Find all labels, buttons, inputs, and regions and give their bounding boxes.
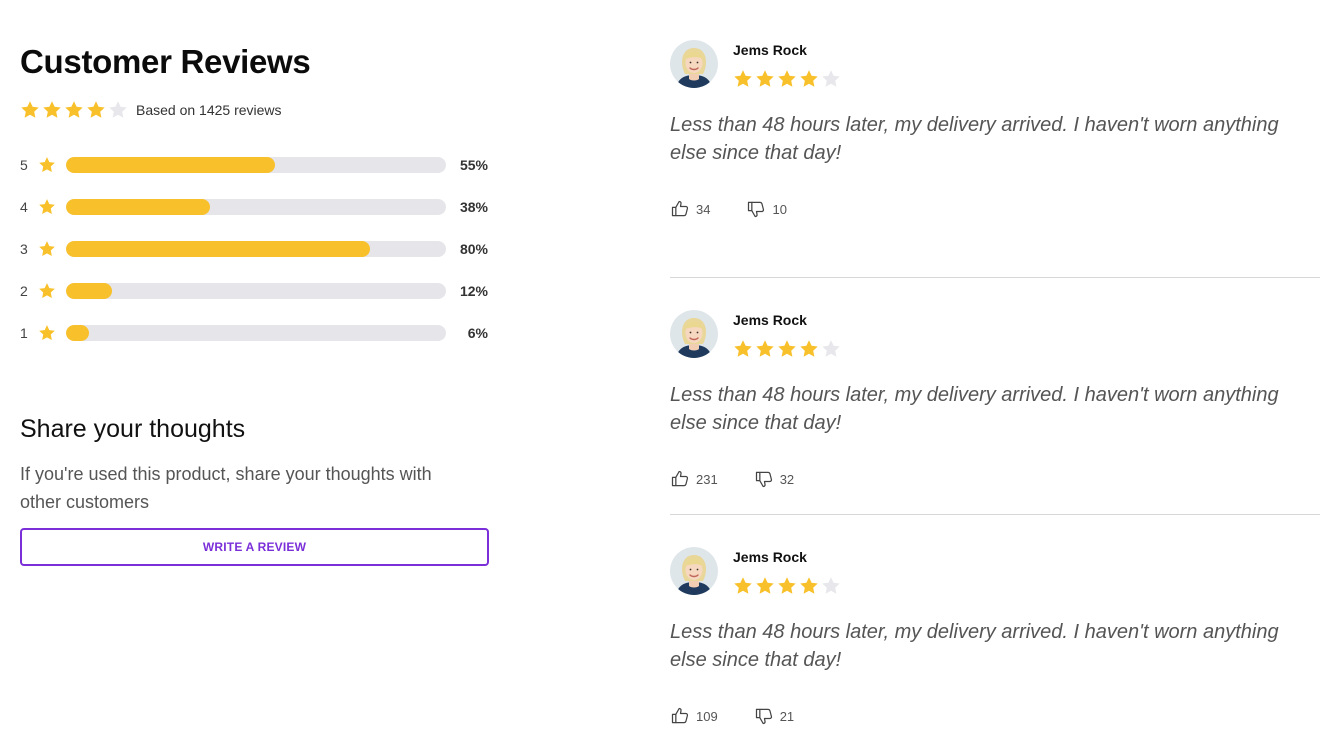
review-star-rating	[733, 69, 843, 89]
review-actions: 34 10	[670, 199, 1320, 219]
star-icon	[38, 324, 66, 342]
star-filled-icon	[755, 576, 777, 596]
rating-row-percent: 12%	[459, 283, 488, 299]
like-button[interactable]: 34	[670, 199, 710, 219]
avatar	[670, 547, 718, 595]
rating-bar-fill	[66, 157, 275, 173]
rating-row-percent: 38%	[459, 199, 488, 215]
rating-bar-fill	[66, 283, 112, 299]
star-empty-icon	[821, 69, 843, 89]
rating-row-label: 2	[20, 283, 28, 299]
rating-row: 1 6%	[20, 312, 490, 354]
review-count-text: Based on 1425 reviews	[136, 102, 282, 118]
write-review-button[interactable]: WRITE A REVIEW	[20, 528, 489, 566]
thumbs-up-icon	[670, 199, 696, 219]
dislike-count: 10	[772, 201, 787, 217]
thumbs-down-icon	[754, 469, 780, 489]
rating-bar-fill	[66, 199, 211, 215]
star-filled-icon	[42, 100, 64, 120]
star-filled-icon	[799, 69, 821, 89]
star-filled-icon	[64, 100, 86, 120]
share-thoughts-section: Share your thoughts If you're used this …	[20, 412, 490, 566]
dislike-button[interactable]: 21	[754, 706, 794, 726]
rating-row-label: 3	[20, 241, 28, 257]
star-filled-icon	[733, 576, 755, 596]
review-text: Less than 48 hours later, my delivery ar…	[670, 114, 1279, 164]
star-empty-icon	[821, 339, 843, 359]
rating-summary: Based on 1425 reviews	[20, 98, 490, 122]
dislike-button[interactable]: 10	[746, 199, 787, 219]
like-count: 34	[696, 201, 711, 217]
rating-bar-track	[66, 325, 446, 341]
star-empty-icon	[108, 100, 130, 120]
rating-row-percent: 80%	[459, 241, 488, 257]
rating-row: 2 12%	[20, 270, 490, 312]
star-filled-icon	[799, 339, 821, 359]
star-icon	[38, 240, 66, 258]
rating-bar-track	[66, 241, 446, 257]
star-icon	[38, 282, 66, 300]
thumbs-up-icon	[670, 469, 696, 489]
avatar	[670, 310, 718, 358]
share-description: If you're used this product, share your …	[20, 464, 432, 512]
review-star-rating	[733, 576, 843, 596]
star-filled-icon	[777, 69, 799, 89]
star-filled-icon	[20, 100, 42, 120]
star-filled-icon	[86, 100, 108, 120]
rating-row: 4 38%	[20, 186, 490, 228]
rating-bar-fill	[66, 241, 370, 257]
dislike-button[interactable]: 32	[754, 469, 794, 489]
rating-row: 3 80%	[20, 228, 490, 270]
rating-row-percent: 6%	[467, 325, 488, 341]
review-list: Jems Rock Less than 48 hours later, my de…	[670, 40, 1320, 736]
star-filled-icon	[733, 69, 755, 89]
like-count: 231	[696, 471, 718, 487]
rating-row-percent: 55%	[459, 157, 488, 173]
thumbs-up-icon	[670, 706, 696, 726]
review-text: Less than 48 hours later, my delivery ar…	[670, 621, 1279, 671]
thumbs-down-icon	[754, 706, 780, 726]
reviewer-name: Jems Rock	[733, 42, 807, 58]
thumbs-down-icon	[746, 199, 772, 219]
rating-bar-track	[66, 157, 446, 173]
rating-row: 5 55%	[20, 144, 490, 186]
review-actions: 231 32	[670, 469, 1320, 489]
rating-distribution: 5 55% 4 38% 3 80% 2 12% 1 6%	[20, 144, 490, 354]
review-card: Jems Rock Less than 48 hours later, my de…	[670, 40, 1320, 277]
rating-row-label: 5	[20, 157, 28, 173]
star-filled-icon	[755, 69, 777, 89]
dislike-count: 32	[779, 471, 795, 487]
like-button[interactable]: 109	[670, 706, 718, 726]
avatar	[670, 40, 718, 88]
star-icon	[38, 156, 66, 174]
star-empty-icon	[821, 576, 843, 596]
review-text: Less than 48 hours later, my delivery ar…	[670, 384, 1279, 434]
rating-row-label: 4	[20, 199, 28, 215]
like-button[interactable]: 231	[670, 469, 718, 489]
rating-bar-track	[66, 199, 446, 215]
review-actions: 109 21	[670, 706, 1320, 726]
share-title: Share your thoughts	[20, 415, 246, 443]
reviewer-name: Jems Rock	[733, 549, 807, 565]
rating-bar-fill	[66, 325, 89, 341]
summary-star-rating	[20, 100, 130, 120]
reviews-summary-panel: Customer Reviews Based on 1425 reviews 5…	[20, 40, 490, 566]
rating-row-label: 1	[20, 325, 28, 341]
star-filled-icon	[799, 576, 821, 596]
like-count: 109	[696, 708, 718, 724]
star-filled-icon	[733, 339, 755, 359]
dislike-count: 21	[779, 708, 795, 724]
star-icon	[38, 198, 66, 216]
star-filled-icon	[777, 576, 799, 596]
page-title: Customer Reviews	[20, 43, 311, 80]
star-filled-icon	[777, 339, 799, 359]
rating-bar-track	[66, 283, 446, 299]
review-star-rating	[733, 339, 843, 359]
reviewer-name: Jems Rock	[733, 312, 807, 328]
star-filled-icon	[755, 339, 777, 359]
review-card: Jems Rock Less than 48 hours later, my de…	[670, 277, 1320, 514]
review-card: Jems Rock Less than 48 hours later, my de…	[670, 514, 1320, 736]
